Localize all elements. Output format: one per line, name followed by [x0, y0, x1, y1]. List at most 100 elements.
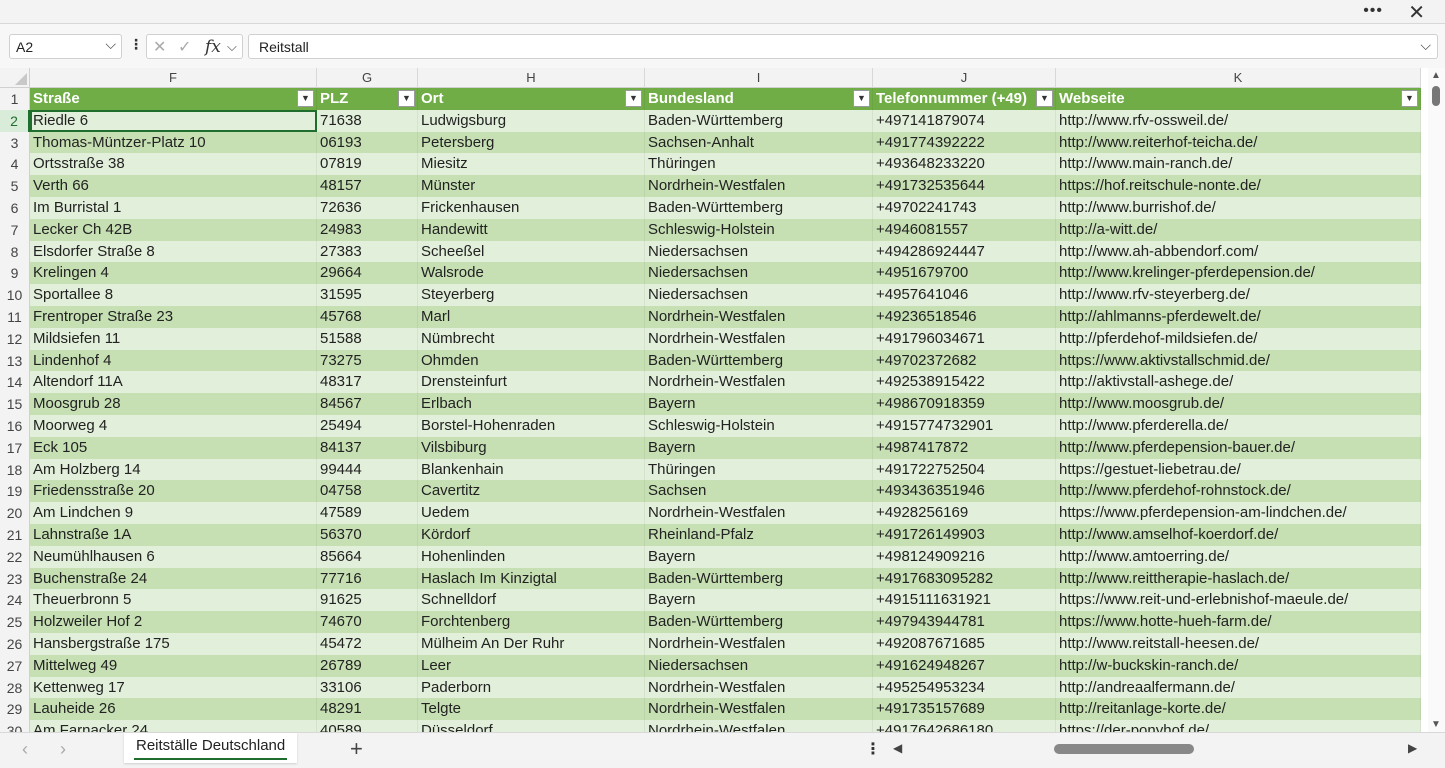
name-box[interactable]: A2 ⌵ [9, 34, 122, 59]
add-sheet-icon[interactable]: + [350, 736, 363, 762]
table-cell[interactable]: Moosgrub 28 [30, 393, 317, 415]
table-cell[interactable]: +492538915422 [873, 371, 1056, 394]
table-cell[interactable]: 74670 [317, 611, 418, 633]
table-cell[interactable]: Mittelweg 49 [30, 654, 317, 677]
table-cell[interactable]: http://www.reiterhof-teicha.de/ [1056, 131, 1421, 154]
table-cell[interactable]: Moorweg 4 [30, 415, 317, 437]
table-cell[interactable]: Marl [418, 306, 645, 328]
spreadsheet-grid[interactable]: FGHIJK 1 2 3 4 5 6 7 8 9 10 11 12 13 14 15 16 17 18 19 20 21… [0, 68, 1428, 732]
table-cell[interactable]: 26789 [317, 654, 418, 677]
row-header[interactable]: 23 [0, 567, 30, 590]
table-cell[interactable]: http://w-buckskin-ranch.de/ [1056, 654, 1421, 677]
row-header[interactable]: 10 [0, 284, 30, 306]
table-cell[interactable]: Niedersachsen [645, 284, 873, 306]
table-cell[interactable]: 73275 [317, 349, 418, 372]
table-cell[interactable]: 71638 [317, 109, 418, 132]
table-cell[interactable]: http://www.krelinger-pferdepension.de/ [1056, 262, 1421, 285]
table-cell[interactable]: Miesitz [418, 153, 645, 176]
table-cell[interactable]: Vilsbiburg [418, 436, 645, 459]
table-cell[interactable]: 33106 [317, 676, 418, 699]
filter-dropdown-icon[interactable]: ▼ [625, 90, 642, 107]
table-cell[interactable]: +491732535644 [873, 175, 1056, 197]
row-header[interactable]: 7 [0, 218, 30, 241]
table-cell[interactable]: Lahnstraße 1A [30, 524, 317, 546]
table-cell[interactable]: http://www.rfv-steyerberg.de/ [1056, 284, 1421, 306]
table-cell[interactable]: Rheinland-Pfalz [645, 524, 873, 546]
table-cell[interactable]: Paderborn [418, 676, 645, 699]
table-cell[interactable]: 07819 [317, 153, 418, 176]
row-header[interactable]: 18 [0, 458, 30, 481]
table-cell[interactable]: +4987417872 [873, 436, 1056, 459]
table-cell[interactable]: Blankenhain [418, 458, 645, 481]
filter-dropdown-icon[interactable]: ▼ [398, 90, 415, 107]
table-cell[interactable]: Nümbrecht [418, 327, 645, 350]
table-cell[interactable]: 40589 [317, 720, 418, 732]
table-cell[interactable]: http://www.rfv-ossweil.de/ [1056, 109, 1421, 132]
table-cell[interactable]: +4915111631921 [873, 589, 1056, 612]
table-cell[interactable]: Niedersachsen [645, 240, 873, 263]
table-cell[interactable]: Altendorf 11A [30, 371, 317, 394]
table-cell[interactable]: Schleswig-Holstein [645, 415, 873, 437]
table-cell[interactable]: http://ahlmanns-pferdewelt.de/ [1056, 306, 1421, 328]
scrollbar-thumb[interactable] [1432, 86, 1440, 106]
table-cell[interactable]: Nordrhein-Westfalen [645, 306, 873, 328]
table-cell[interactable]: +497943944781 [873, 611, 1056, 633]
table-cell[interactable]: 51588 [317, 327, 418, 350]
table-cell[interactable]: 56370 [317, 524, 418, 546]
table-cell[interactable]: +491726149903 [873, 524, 1056, 546]
table-cell[interactable]: Sportallee 8 [30, 284, 317, 306]
filter-dropdown-icon[interactable]: ▼ [297, 90, 314, 107]
row-header[interactable]: 28 [0, 676, 30, 699]
table-cell[interactable]: Borstel-Hohenraden [418, 415, 645, 437]
table-cell[interactable]: Nordrhein-Westfalen [645, 502, 873, 524]
table-cell[interactable]: Baden-Württemberg [645, 109, 873, 132]
table-cell[interactable]: Neumühlhausen 6 [30, 545, 317, 568]
table-cell[interactable]: Niedersachsen [645, 262, 873, 285]
vertical-scrollbar[interactable]: ▲ ▼ [1428, 68, 1445, 732]
table-cell[interactable]: Erlbach [418, 393, 645, 415]
row-header[interactable]: 14 [0, 371, 30, 394]
table-cell[interactable]: Handewitt [418, 218, 645, 241]
table-cell[interactable]: Uedem [418, 502, 645, 524]
table-cell[interactable]: Cavertitz [418, 480, 645, 503]
table-cell[interactable]: http://www.pferderella.de/ [1056, 415, 1421, 437]
table-cell[interactable]: Scheeßel [418, 240, 645, 263]
table-cell[interactable]: 47589 [317, 502, 418, 524]
table-cell[interactable]: +49702372682 [873, 349, 1056, 372]
table-cell[interactable]: 45472 [317, 633, 418, 655]
table-cell[interactable]: Nordrhein-Westfalen [645, 175, 873, 197]
table-cell[interactable]: Münster [418, 175, 645, 197]
row-header[interactable]: 8 [0, 240, 30, 263]
table-cell[interactable]: Bayern [645, 545, 873, 568]
table-cell[interactable]: Ludwigsburg [418, 109, 645, 132]
table-cell[interactable]: +4915774732901 [873, 415, 1056, 437]
table-cell[interactable]: http://www.reitstall-heesen.de/ [1056, 633, 1421, 655]
table-cell[interactable]: 31595 [317, 284, 418, 306]
table-cell[interactable]: 06193 [317, 131, 418, 154]
table-cell[interactable]: Theuerbronn 5 [30, 589, 317, 612]
cancel-icon[interactable]: ✕ [153, 37, 166, 57]
table-cell[interactable]: +4928256169 [873, 502, 1056, 524]
row-header[interactable]: 5 [0, 175, 30, 197]
table-cell[interactable]: 72636 [317, 197, 418, 219]
table-cell[interactable]: 99444 [317, 458, 418, 481]
table-cell[interactable]: http://reitanlage-korte.de/ [1056, 698, 1421, 721]
close-icon[interactable]: ✕ [1408, 0, 1425, 25]
table-cell[interactable]: https://www.pferdepension-am-lindchen.de… [1056, 502, 1421, 524]
table-cell[interactable]: https://www.hotte-hueh-farm.de/ [1056, 611, 1421, 633]
horizontal-scrollbar-thumb[interactable] [1054, 744, 1194, 754]
table-cell[interactable]: Verth 66 [30, 175, 317, 197]
table-cell[interactable]: +492087671685 [873, 633, 1056, 655]
table-cell[interactable]: Haslach Im Kinzigtal [418, 567, 645, 590]
table-cell[interactable]: http://www.ah-abbendorf.com/ [1056, 240, 1421, 263]
table-cell[interactable]: https://hof.reitschule-nonte.de/ [1056, 175, 1421, 197]
table-cell[interactable]: Lecker Ch 42B [30, 218, 317, 241]
row-header[interactable]: 12 [0, 327, 30, 350]
table-cell[interactable]: 25494 [317, 415, 418, 437]
column-header[interactable]: G [317, 68, 418, 88]
table-cell[interactable]: Thüringen [645, 458, 873, 481]
header-cell[interactable]: Straße ▼ [30, 88, 317, 110]
more-icon[interactable]: ••• [1363, 2, 1383, 20]
table-cell[interactable]: Eck 105 [30, 436, 317, 459]
table-cell[interactable]: Kördorf [418, 524, 645, 546]
